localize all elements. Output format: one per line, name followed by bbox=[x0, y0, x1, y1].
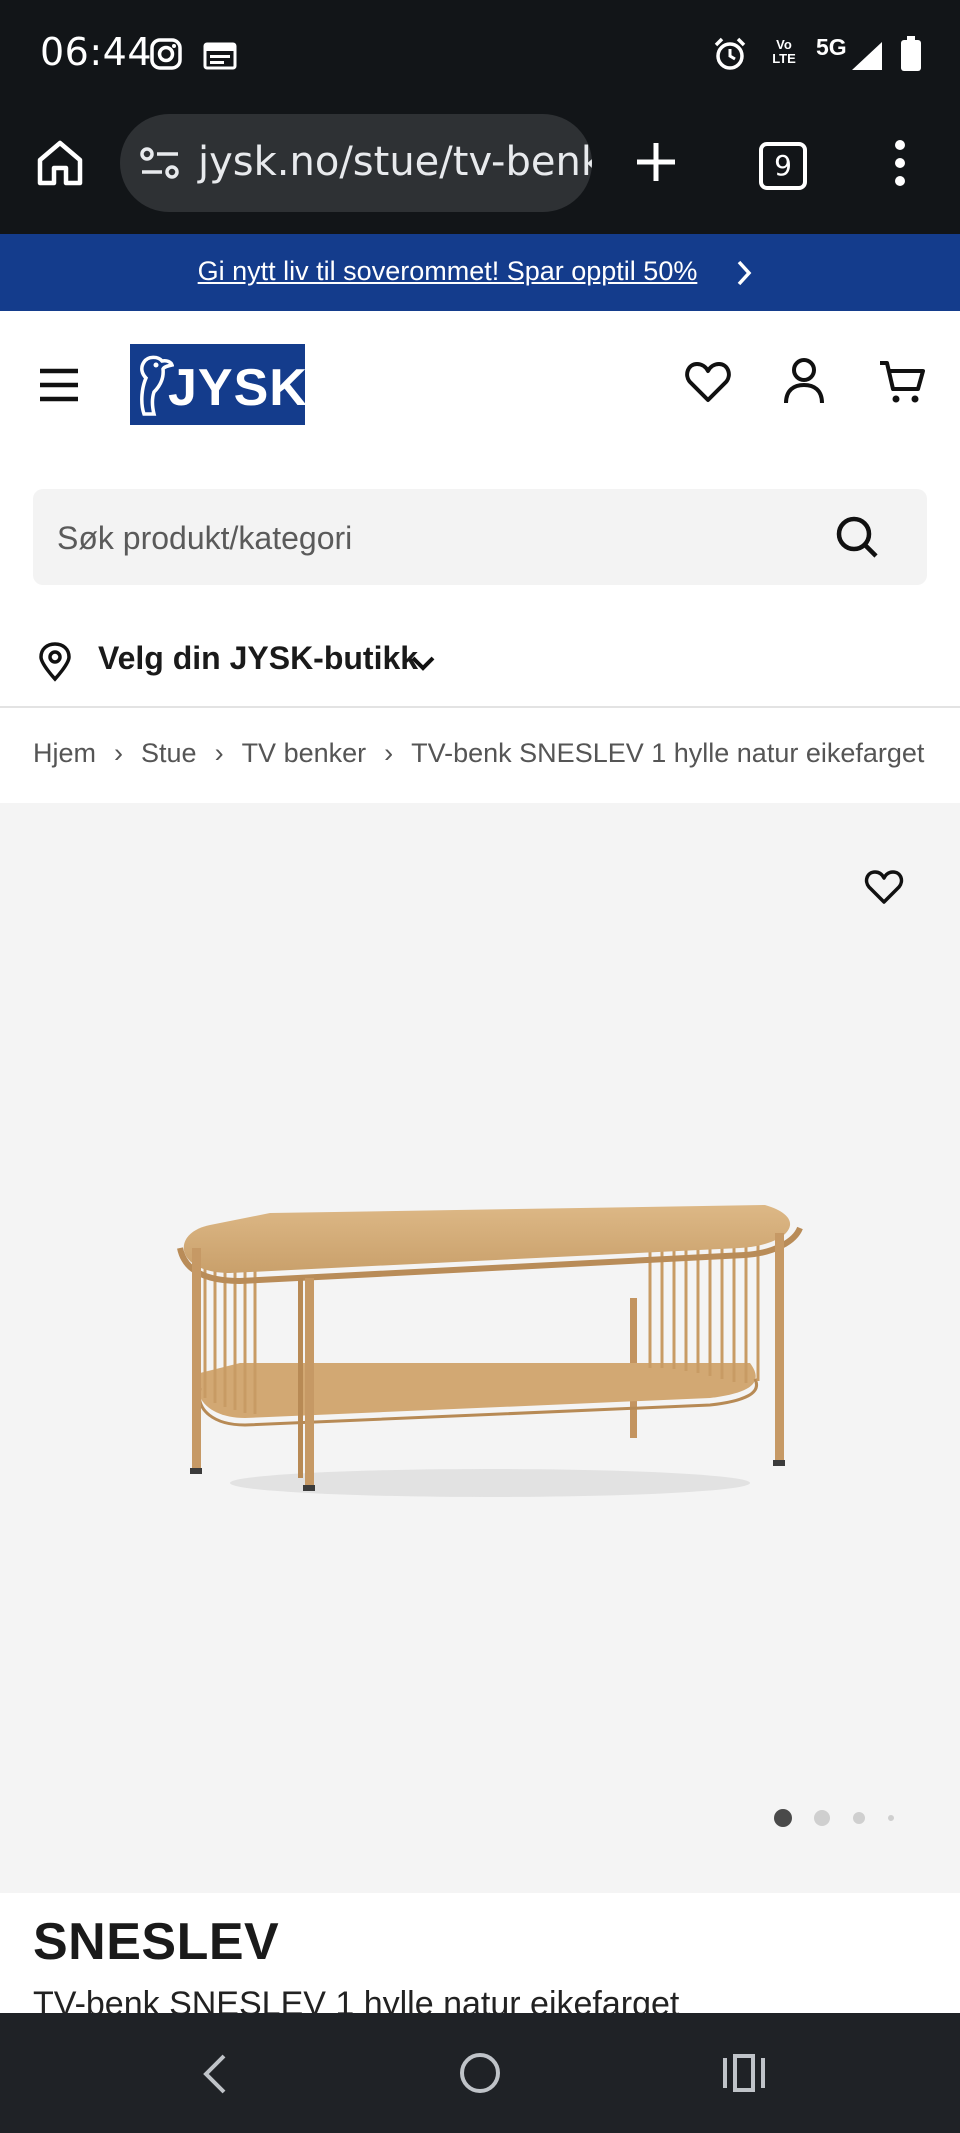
breadcrumb-item-stue[interactable]: Stue bbox=[141, 738, 197, 769]
network-type: 5G bbox=[816, 34, 847, 60]
gallery-dot[interactable] bbox=[888, 1815, 894, 1821]
add-to-wishlist-icon[interactable] bbox=[864, 869, 904, 905]
search-icon[interactable] bbox=[835, 515, 879, 559]
breadcrumb-item-tv-benker[interactable]: TV benker bbox=[242, 738, 367, 769]
volte-indicator: Vo LTE bbox=[772, 37, 796, 66]
gallery-dot[interactable] bbox=[853, 1812, 865, 1824]
product-gallery[interactable] bbox=[0, 803, 960, 1893]
back-icon[interactable] bbox=[200, 2053, 228, 2095]
alarm-icon bbox=[714, 37, 746, 70]
battery-icon bbox=[901, 36, 921, 71]
status-bar: 06:44 Vo LTE 5G bbox=[0, 0, 960, 110]
breadcrumb-separator: › bbox=[114, 738, 124, 768]
gallery-dot[interactable] bbox=[814, 1810, 830, 1826]
search-input[interactable] bbox=[55, 509, 819, 567]
gallery-dot-active[interactable] bbox=[774, 1809, 792, 1827]
menu-icon[interactable] bbox=[38, 367, 80, 403]
system-navigation-bar bbox=[0, 2013, 960, 2133]
new-tab-icon[interactable] bbox=[634, 140, 678, 184]
address-bar[interactable]: jysk.no/stue/tv-benker bbox=[120, 114, 592, 212]
promo-link[interactable]: Gi nytt liv til soverommet! Spar opptil … bbox=[0, 256, 895, 287]
chevron-down-icon bbox=[411, 656, 435, 671]
product-image bbox=[177, 1205, 803, 1497]
chevron-right-icon bbox=[737, 260, 752, 286]
instagram-icon bbox=[150, 38, 182, 70]
account-icon[interactable] bbox=[783, 357, 825, 405]
recent-apps-icon[interactable] bbox=[722, 2053, 766, 2093]
breadcrumb-separator: › bbox=[214, 738, 224, 768]
store-selector-label: Velg din JYSK-butikk bbox=[98, 640, 419, 676]
search-box bbox=[33, 489, 927, 585]
home-button-icon[interactable] bbox=[458, 2051, 502, 2095]
divider bbox=[0, 706, 960, 708]
signal-icon bbox=[852, 42, 882, 70]
home-icon[interactable] bbox=[36, 138, 84, 188]
breadcrumb-item-current: TV-benk SNESLEV 1 hylle natur eikefarget bbox=[411, 738, 925, 768]
browser-toolbar: jysk.no/stue/tv-benker 9 bbox=[0, 110, 960, 234]
tab-switcher-button[interactable]: 9 bbox=[759, 142, 807, 190]
store-selector[interactable]: Velg din JYSK-butikk bbox=[33, 630, 483, 690]
promo-banner[interactable]: Gi nytt liv til soverommet! Spar opptil … bbox=[0, 234, 960, 311]
cart-icon[interactable] bbox=[878, 359, 926, 405]
site-settings-icon[interactable] bbox=[140, 146, 180, 180]
url-text: jysk.no/stue/tv-benker bbox=[198, 139, 592, 185]
wishlist-icon[interactable] bbox=[685, 361, 731, 403]
breadcrumb-item-home[interactable]: Hjem bbox=[33, 738, 96, 769]
site-header: JYSK bbox=[0, 311, 960, 461]
clock: 06:44 bbox=[40, 30, 153, 74]
logo-text: JYSK bbox=[168, 359, 308, 417]
product-brand: SNESLEV bbox=[33, 1913, 280, 1971]
breadcrumb-separator: › bbox=[384, 738, 394, 768]
more-options-icon[interactable] bbox=[890, 138, 910, 188]
calendar-icon bbox=[203, 42, 237, 70]
location-pin-icon bbox=[39, 642, 71, 682]
jysk-logo[interactable]: JYSK bbox=[130, 344, 308, 425]
breadcrumb: Hjem › Stue › TV benker › TV-benk SNESLEV 1 hy… bbox=[33, 738, 960, 778]
